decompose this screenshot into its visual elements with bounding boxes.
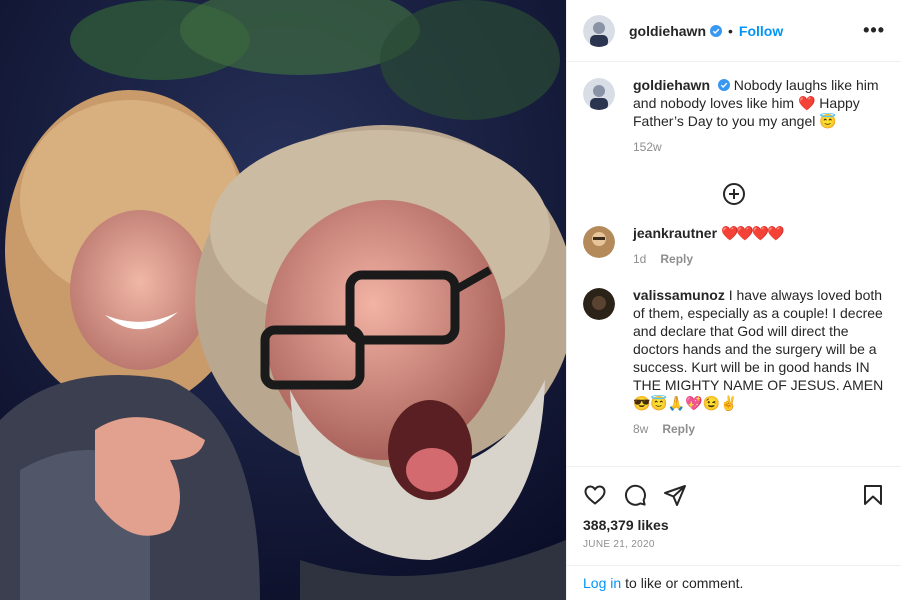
- like-count[interactable]: 388,379 likes: [567, 517, 901, 533]
- like-heart-icon[interactable]: [583, 483, 607, 507]
- comment-text: ❤️❤️❤️❤️: [720, 225, 785, 241]
- login-prompt: Log in to like or comment.: [567, 565, 901, 600]
- login-link[interactable]: Log in: [583, 575, 621, 591]
- caption-avatar[interactable]: [583, 78, 615, 110]
- verified-badge-icon: [710, 24, 722, 37]
- comment-item: jeankrautner ❤️❤️❤️❤️ 1d Reply: [567, 224, 901, 268]
- comment-username[interactable]: jeankrautner: [633, 225, 717, 241]
- verified-badge-icon: [717, 79, 730, 91]
- comment-username[interactable]: valissamunoz: [633, 287, 725, 303]
- comment-meta: 1d Reply: [633, 250, 885, 268]
- reply-button[interactable]: Reply: [662, 422, 695, 436]
- post-sidebar: goldiehawn • Follow ••• goldiehawn Nobod…: [566, 0, 901, 600]
- comment-text: I have always loved both of them, especi…: [633, 287, 884, 411]
- post-photo[interactable]: [0, 0, 566, 600]
- author-avatar[interactable]: [583, 14, 615, 47]
- comment-item: valissamunoz I have always loved both of…: [567, 286, 901, 438]
- comments-section[interactable]: goldiehawn Nobody laughs like him and no…: [567, 62, 901, 466]
- separator-dot: •: [728, 22, 733, 39]
- bookmark-save-icon[interactable]: [861, 483, 885, 507]
- caption-username[interactable]: goldiehawn: [633, 77, 710, 93]
- caption-meta: 152w: [633, 138, 885, 156]
- action-bar: [567, 467, 901, 523]
- commenter-avatar[interactable]: [583, 288, 615, 320]
- reply-button[interactable]: Reply: [660, 252, 693, 266]
- load-more-comments-button[interactable]: [567, 182, 901, 216]
- author-username[interactable]: goldiehawn: [629, 23, 706, 39]
- photo-illustration: [0, 0, 566, 600]
- post-date: JUNE 21, 2020: [583, 539, 655, 550]
- commenter-avatar[interactable]: [583, 226, 615, 258]
- comment-time[interactable]: 1d: [633, 252, 646, 266]
- follow-button[interactable]: Follow: [739, 23, 783, 39]
- comment-bubble-icon[interactable]: [623, 483, 647, 507]
- more-options-icon[interactable]: •••: [863, 20, 885, 41]
- caption-time[interactable]: 152w: [633, 140, 662, 154]
- caption: goldiehawn Nobody laughs like him and no…: [567, 62, 901, 156]
- login-prompt-text: to like or comment.: [625, 575, 744, 591]
- instagram-post: goldiehawn • Follow ••• goldiehawn Nobod…: [0, 0, 901, 600]
- post-header: goldiehawn • Follow •••: [567, 0, 901, 62]
- comment-meta: 8w Reply: [633, 420, 885, 438]
- plus-circle-icon: [723, 183, 745, 205]
- comment-time[interactable]: 8w: [633, 422, 648, 436]
- share-send-icon[interactable]: [663, 483, 687, 507]
